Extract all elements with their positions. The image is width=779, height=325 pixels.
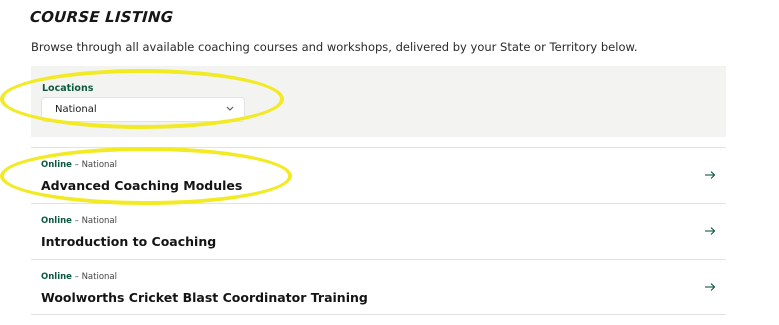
course-row[interactable]: Online – National Advanced Coaching Modu…	[31, 147, 726, 203]
course-mode: Online	[41, 272, 72, 282]
page-title: COURSE LISTING	[29, 8, 174, 26]
chevron-down-icon	[226, 106, 234, 111]
arrow-right-icon[interactable]	[704, 170, 716, 180]
course-title[interactable]: Introduction to Coaching	[41, 234, 216, 249]
course-list: Online – National Advanced Coaching Modu…	[31, 147, 726, 315]
course-title[interactable]: Advanced Coaching Modules	[41, 178, 242, 193]
locations-select[interactable]: National	[41, 97, 245, 122]
course-row[interactable]: Online – National Woolworths Cricket Bla…	[31, 259, 726, 315]
course-row[interactable]: Online – National Introduction to Coachi…	[31, 203, 726, 259]
locations-label: Locations	[42, 83, 94, 94]
course-location: National	[81, 272, 117, 282]
arrow-right-icon[interactable]	[704, 226, 716, 236]
intro-text: Browse through all available coaching co…	[31, 40, 638, 54]
course-mode: Online	[41, 160, 72, 170]
meta-separator: –	[71, 216, 82, 226]
course-meta: Online – National	[41, 272, 117, 282]
meta-separator: –	[71, 160, 82, 170]
course-title[interactable]: Woolworths Cricket Blast Coordinator Tra…	[41, 290, 368, 305]
course-mode: Online	[41, 216, 72, 226]
course-location: National	[81, 216, 117, 226]
locations-select-value: National	[55, 104, 97, 115]
location-filter-panel: Locations National	[31, 66, 726, 137]
course-location: National	[81, 160, 117, 170]
course-meta: Online – National	[41, 216, 117, 226]
arrow-right-icon[interactable]	[704, 282, 716, 292]
meta-separator: –	[71, 272, 82, 282]
course-meta: Online – National	[41, 160, 117, 170]
